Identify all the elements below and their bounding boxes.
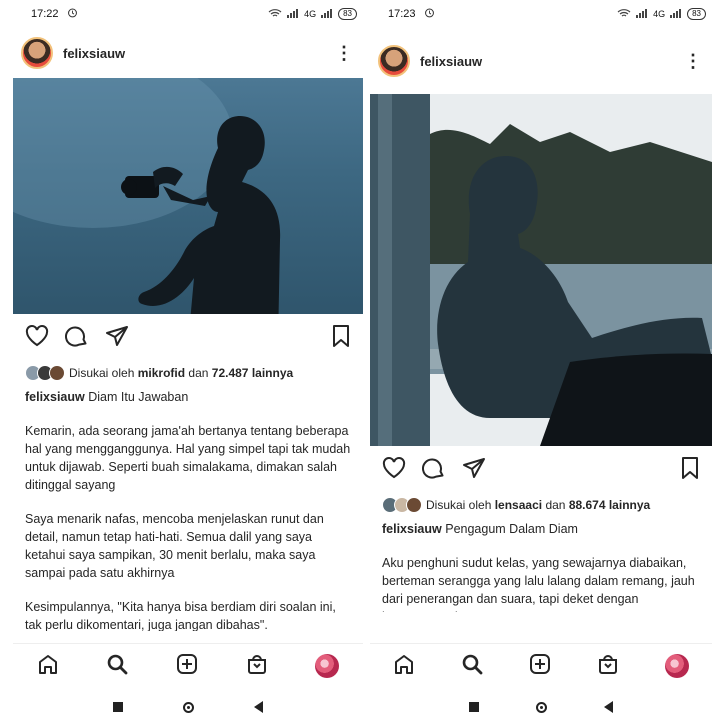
system-nav-bar bbox=[13, 694, 363, 720]
screen-right: 17:23 4G 83 felixsiauw ⋮ Disukai oleh le… bbox=[370, 0, 712, 720]
recent-apps-icon[interactable] bbox=[113, 702, 123, 712]
shop-icon[interactable] bbox=[246, 653, 268, 680]
profile-avatar-icon[interactable] bbox=[315, 654, 340, 678]
signal-icon bbox=[321, 8, 333, 20]
system-nav-bar bbox=[370, 694, 712, 720]
status-bar: 17:22 4G 83 bbox=[13, 0, 363, 28]
alarm-icon bbox=[424, 7, 435, 21]
home-icon[interactable] bbox=[393, 653, 415, 680]
liked-middle: dan bbox=[188, 366, 209, 380]
post-caption: felixsiauw Diam Itu Jawaban Kemarin, ada… bbox=[13, 384, 363, 631]
screen-left: 17:22 4G 83 felixsiauw ⋮ Disukai oleh mi… bbox=[13, 0, 363, 720]
liked-user[interactable]: mikrofid bbox=[138, 366, 185, 380]
post-username[interactable]: felixsiauw bbox=[420, 54, 482, 69]
caption-paragraph: Kemarin, ada seorang jama'ah bertanya te… bbox=[25, 424, 351, 492]
liked-middle: dan bbox=[545, 498, 566, 512]
wifi-icon bbox=[268, 8, 282, 20]
avatar[interactable] bbox=[378, 45, 410, 77]
status-time: 17:22 bbox=[31, 8, 59, 20]
back-icon[interactable] bbox=[254, 701, 263, 713]
liker-avatars bbox=[382, 497, 422, 513]
post-photo[interactable] bbox=[370, 94, 712, 446]
liked-count[interactable]: 88.674 lainnya bbox=[569, 498, 650, 512]
signal-icon bbox=[636, 8, 648, 20]
bottom-nav bbox=[13, 643, 363, 688]
caption-paragraph: Saya menarik nafas, mencoba menjelaskan … bbox=[25, 512, 324, 580]
home-button-icon[interactable] bbox=[535, 701, 547, 713]
comment-icon[interactable] bbox=[65, 324, 89, 353]
avatar[interactable] bbox=[21, 37, 53, 69]
post-header: felixsiauw ⋮ bbox=[13, 28, 363, 78]
liked-prefix: Disukai oleh bbox=[426, 498, 492, 512]
liked-user[interactable]: lensaaci bbox=[495, 498, 542, 512]
post-username[interactable]: felixsiauw bbox=[63, 46, 125, 61]
battery-level: 83 bbox=[338, 8, 357, 20]
signal-icon bbox=[670, 8, 682, 20]
alarm-icon bbox=[67, 7, 78, 21]
likes-summary[interactable]: Disukai oleh mikrofid dan 72.487 lainnya bbox=[13, 362, 363, 384]
heart-icon[interactable] bbox=[25, 324, 49, 352]
status-time: 17:23 bbox=[388, 8, 416, 20]
post-photo[interactable] bbox=[13, 78, 363, 314]
more-options-icon[interactable]: ⋮ bbox=[684, 52, 702, 70]
caption-title: Diam Itu Jawaban bbox=[88, 390, 189, 404]
bookmark-icon[interactable] bbox=[331, 324, 351, 353]
photographer-silhouette bbox=[13, 78, 281, 314]
search-icon[interactable] bbox=[106, 653, 128, 680]
liked-prefix: Disukai oleh bbox=[69, 366, 135, 380]
likes-summary[interactable]: Disukai oleh lensaaci dan 88.674 lainnya bbox=[370, 494, 712, 516]
liked-count[interactable]: 72.487 lainnya bbox=[212, 366, 293, 380]
home-icon[interactable] bbox=[37, 653, 59, 680]
bookmark-icon[interactable] bbox=[680, 456, 700, 485]
shop-icon[interactable] bbox=[597, 653, 619, 680]
profile-avatar-icon[interactable] bbox=[665, 654, 689, 678]
new-post-icon[interactable] bbox=[176, 653, 198, 680]
more-options-icon[interactable]: ⋮ bbox=[335, 44, 353, 62]
liker-avatars bbox=[25, 365, 65, 381]
caption-paragraph: Kesimpulannya, "Kita hanya bisa berdiam … bbox=[25, 600, 336, 631]
share-icon[interactable] bbox=[105, 324, 129, 353]
post-actions bbox=[13, 314, 363, 362]
home-button-icon[interactable] bbox=[183, 701, 194, 713]
wifi-icon bbox=[617, 8, 631, 20]
heart-icon[interactable] bbox=[382, 456, 406, 484]
signal-icon bbox=[287, 8, 299, 20]
search-icon[interactable] bbox=[461, 653, 483, 680]
new-post-icon[interactable] bbox=[529, 653, 551, 680]
post-actions bbox=[370, 446, 712, 494]
bottom-nav bbox=[370, 643, 712, 688]
seated-man-photo bbox=[370, 94, 712, 446]
post-caption: felixsiauw Pengagum Dalam Diam Aku pengh… bbox=[370, 516, 712, 612]
battery-level: 83 bbox=[687, 8, 706, 20]
caption-username[interactable]: felixsiauw bbox=[382, 522, 442, 536]
status-bar: 17:23 4G 83 bbox=[370, 0, 712, 28]
post-header: felixsiauw ⋮ bbox=[370, 28, 712, 94]
network-type: 4G bbox=[653, 9, 666, 19]
network-type: 4G bbox=[304, 9, 317, 19]
comment-icon[interactable] bbox=[422, 456, 446, 485]
caption-paragraph: Aku penghuni sudut kelas, yang sewajarny… bbox=[382, 556, 695, 612]
back-icon[interactable] bbox=[604, 701, 614, 713]
caption-username[interactable]: felixsiauw bbox=[25, 390, 85, 404]
caption-title: Pengagum Dalam Diam bbox=[445, 522, 578, 536]
share-icon[interactable] bbox=[462, 456, 486, 485]
recent-apps-icon[interactable] bbox=[468, 702, 479, 712]
